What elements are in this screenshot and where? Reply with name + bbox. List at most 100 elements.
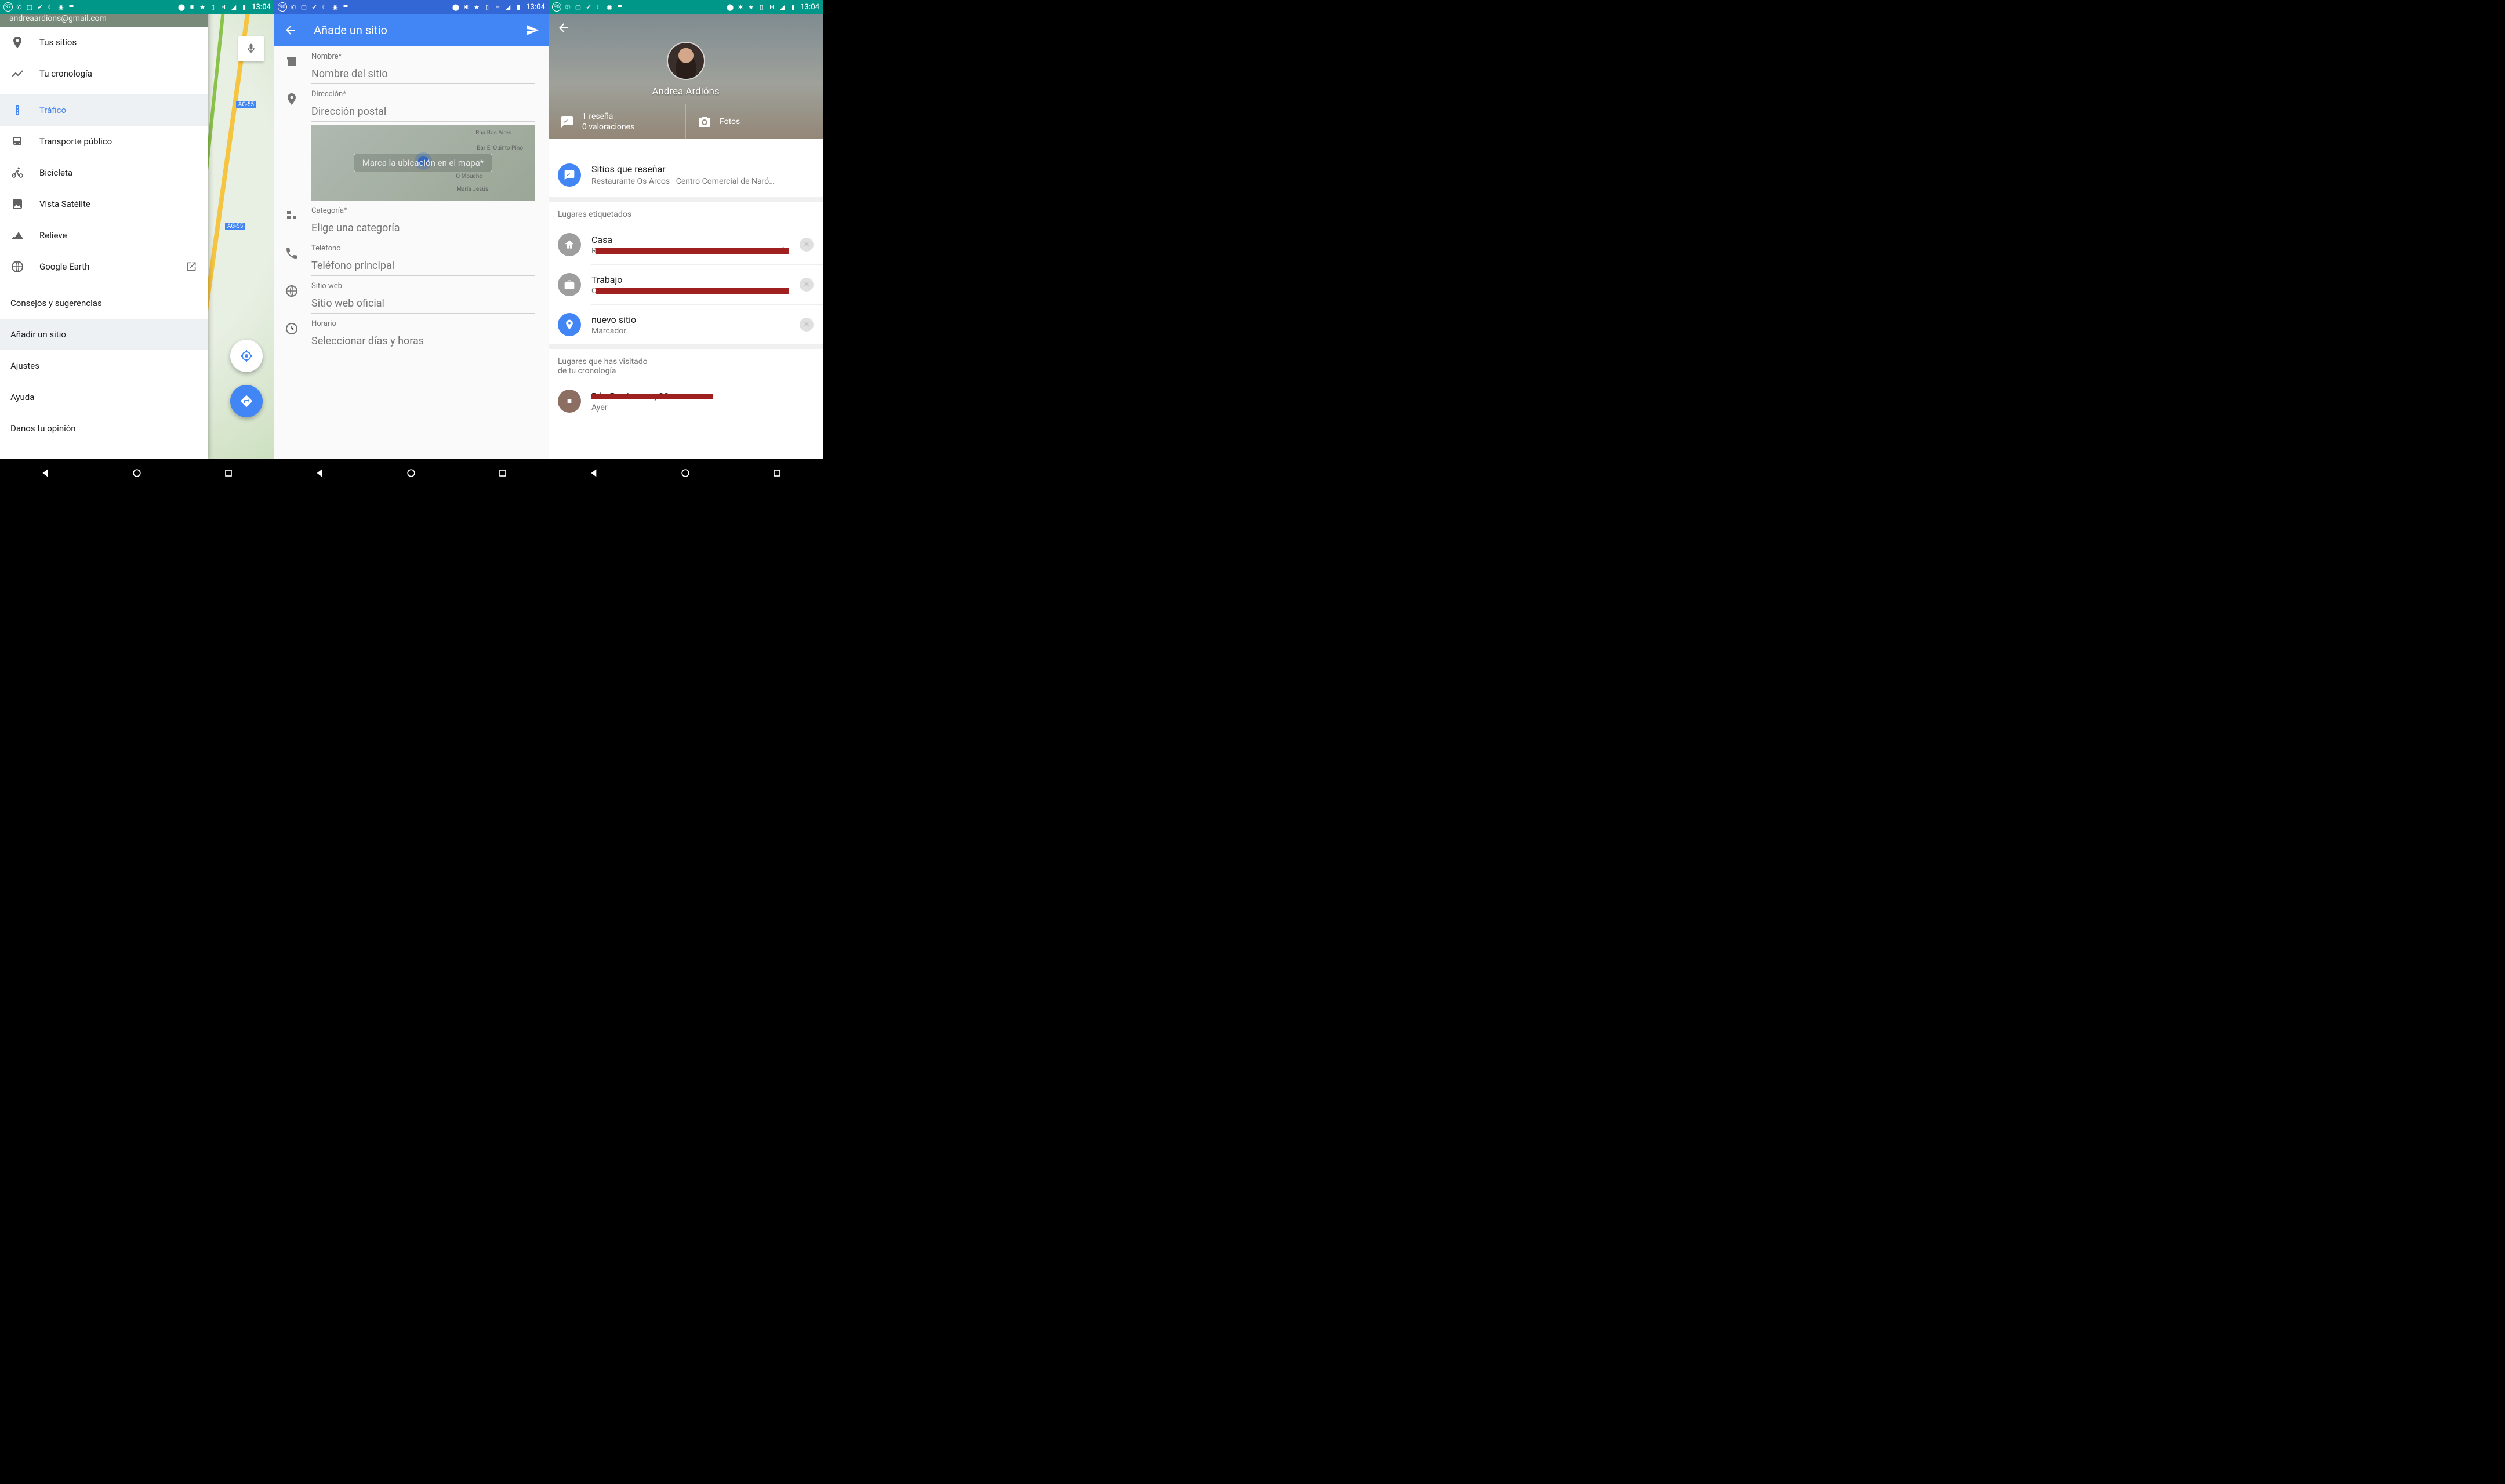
star-icon: ★: [747, 3, 755, 11]
field-label: Categoría*: [311, 206, 535, 215]
stat-line: 1 reseña: [582, 111, 634, 122]
road-badge: AG-55: [225, 223, 245, 230]
drawer-item-transit[interactable]: Transporte público: [0, 126, 208, 157]
drawer-item-timeline[interactable]: Tu cronología: [0, 58, 208, 89]
bluetooth-icon: ✱: [462, 3, 470, 11]
pin-icon: [564, 319, 575, 330]
microphone-icon: [245, 43, 257, 54]
home-button[interactable]: [678, 466, 692, 480]
section-header: Lugares que has visitado de tu cronologí…: [549, 349, 823, 381]
check-icon: ✔: [584, 3, 593, 11]
bluetooth-icon: ✱: [736, 3, 745, 11]
home-button[interactable]: [404, 466, 418, 480]
check-icon: ✔: [36, 3, 44, 11]
status-bar: 96 ✆ ▢ ✔ ☾ ◉ ≣ ⬤ ✱ ★ ▯ H ◢ ▮ 13:04: [549, 0, 823, 14]
place-home[interactable]: Casa Rruña ✕: [549, 225, 823, 264]
recents-button[interactable]: [222, 466, 235, 480]
network-icon: H: [493, 3, 502, 11]
recents-button[interactable]: [770, 466, 784, 480]
signal-icon: ◢: [504, 3, 512, 11]
phone-input[interactable]: [311, 259, 535, 276]
terrain-icon: [10, 228, 24, 242]
drawer-item-feedback[interactable]: Danos tu opinión: [0, 413, 208, 444]
back-button[interactable]: [313, 466, 327, 480]
hours-input[interactable]: [311, 334, 535, 351]
place-title: Casa: [591, 234, 789, 245]
remove-button[interactable]: ✕: [800, 318, 814, 332]
transit-icon: [10, 134, 24, 148]
drawer-item-earth[interactable]: Google Earth: [0, 251, 208, 282]
drawer-item-help[interactable]: Ayuda: [0, 381, 208, 413]
send-icon[interactable]: [525, 23, 539, 37]
stack-icon: ≣: [67, 3, 75, 11]
network-icon: H: [219, 3, 227, 11]
recents-button[interactable]: [496, 466, 510, 480]
crosshair-icon: [239, 349, 253, 363]
globe-icon: [285, 284, 299, 298]
back-arrow-icon[interactable]: [284, 23, 297, 37]
redacted-bar: [596, 248, 789, 254]
remove-button[interactable]: ✕: [800, 238, 814, 252]
drawer-item-label: Relieve: [39, 230, 67, 241]
website-input[interactable]: [311, 296, 535, 314]
vibrate-icon: ▯: [209, 3, 217, 11]
place-visited[interactable]: Rúa Barrionovo, 22 Ayer: [549, 381, 823, 421]
name-input[interactable]: [311, 67, 535, 84]
place-title: Rúa Barrionovo, 22: [591, 391, 814, 402]
review-icon: [560, 115, 574, 129]
briefcase-icon: [564, 279, 575, 290]
place-custom[interactable]: nuevo sitio Marcador ✕: [549, 305, 823, 344]
back-button[interactable]: [557, 21, 571, 35]
drawer-item-bicycle[interactable]: Bicicleta: [0, 157, 208, 188]
back-button[interactable]: [587, 466, 601, 480]
drawer-item-settings[interactable]: Ajustes: [0, 350, 208, 381]
profile-content: Sitios que reseñar Restaurante Os Arcos …: [549, 153, 823, 459]
stack-icon: ≣: [616, 3, 624, 11]
map-preview[interactable]: Rúa Bos Aires Bar El Quinto Pino O Mouch…: [311, 125, 535, 201]
reviews-stat[interactable]: 1 reseña0 valoraciones: [549, 104, 685, 139]
drawer-item-tips[interactable]: Consejos y sugerencias: [0, 288, 208, 319]
satellite-icon: [10, 197, 24, 211]
battery-icon: ▮: [514, 3, 522, 11]
card-subtitle: Restaurante Os Arcos · Centro Comercial …: [591, 177, 814, 186]
camera-icon: [698, 115, 711, 129]
place-title: nuevo sitio: [591, 314, 789, 325]
redacted-bar: [591, 394, 713, 399]
drawer-item-label: Tu cronología: [39, 68, 92, 79]
my-location-button[interactable]: [230, 340, 263, 372]
clock-time: 13:04: [526, 3, 545, 12]
bicycle-icon: [10, 166, 24, 180]
drawer-item-add-place[interactable]: Añadir un sitio: [0, 319, 208, 350]
avatar[interactable]: [667, 42, 705, 80]
vibrate-icon: ▯: [757, 3, 765, 11]
store-icon: [285, 54, 299, 68]
address-input[interactable]: [311, 104, 535, 122]
card-title: Sitios que reseñar: [591, 163, 814, 174]
place-work[interactable]: Trabajo C ✕: [549, 265, 823, 304]
drawer-item-terrain[interactable]: Relieve: [0, 220, 208, 251]
traffic-icon: [10, 103, 24, 117]
suggest-card[interactable]: Sitios que reseñar Restaurante Os Arcos …: [549, 153, 823, 197]
system-nav-bar: [549, 459, 823, 487]
location-icon: ⬤: [726, 3, 734, 11]
category-icon: [285, 209, 299, 223]
back-button[interactable]: [39, 466, 53, 480]
drawer-item-label: Consejos y sugerencias: [10, 298, 102, 308]
field-label: Horario: [311, 319, 535, 328]
review-icon: [564, 169, 575, 181]
photos-stat[interactable]: Fotos: [685, 104, 823, 139]
directions-button[interactable]: [230, 385, 263, 417]
timeline-icon: [10, 67, 24, 81]
remove-button[interactable]: ✕: [800, 278, 814, 292]
category-input[interactable]: [311, 221, 535, 238]
home-button[interactable]: [130, 466, 144, 480]
battery-icon: ▮: [789, 3, 797, 11]
badge-icon: 97: [3, 2, 13, 12]
system-nav-bar: [0, 459, 274, 487]
drawer-item-your-places[interactable]: Tus sitios: [0, 27, 208, 58]
stop-icon: [564, 395, 575, 407]
vibrate-icon: ▯: [483, 3, 491, 11]
voice-search-button[interactable]: [238, 36, 264, 61]
drawer-item-traffic[interactable]: Tráfico: [0, 94, 208, 126]
drawer-item-satellite[interactable]: Vista Satélite: [0, 188, 208, 220]
